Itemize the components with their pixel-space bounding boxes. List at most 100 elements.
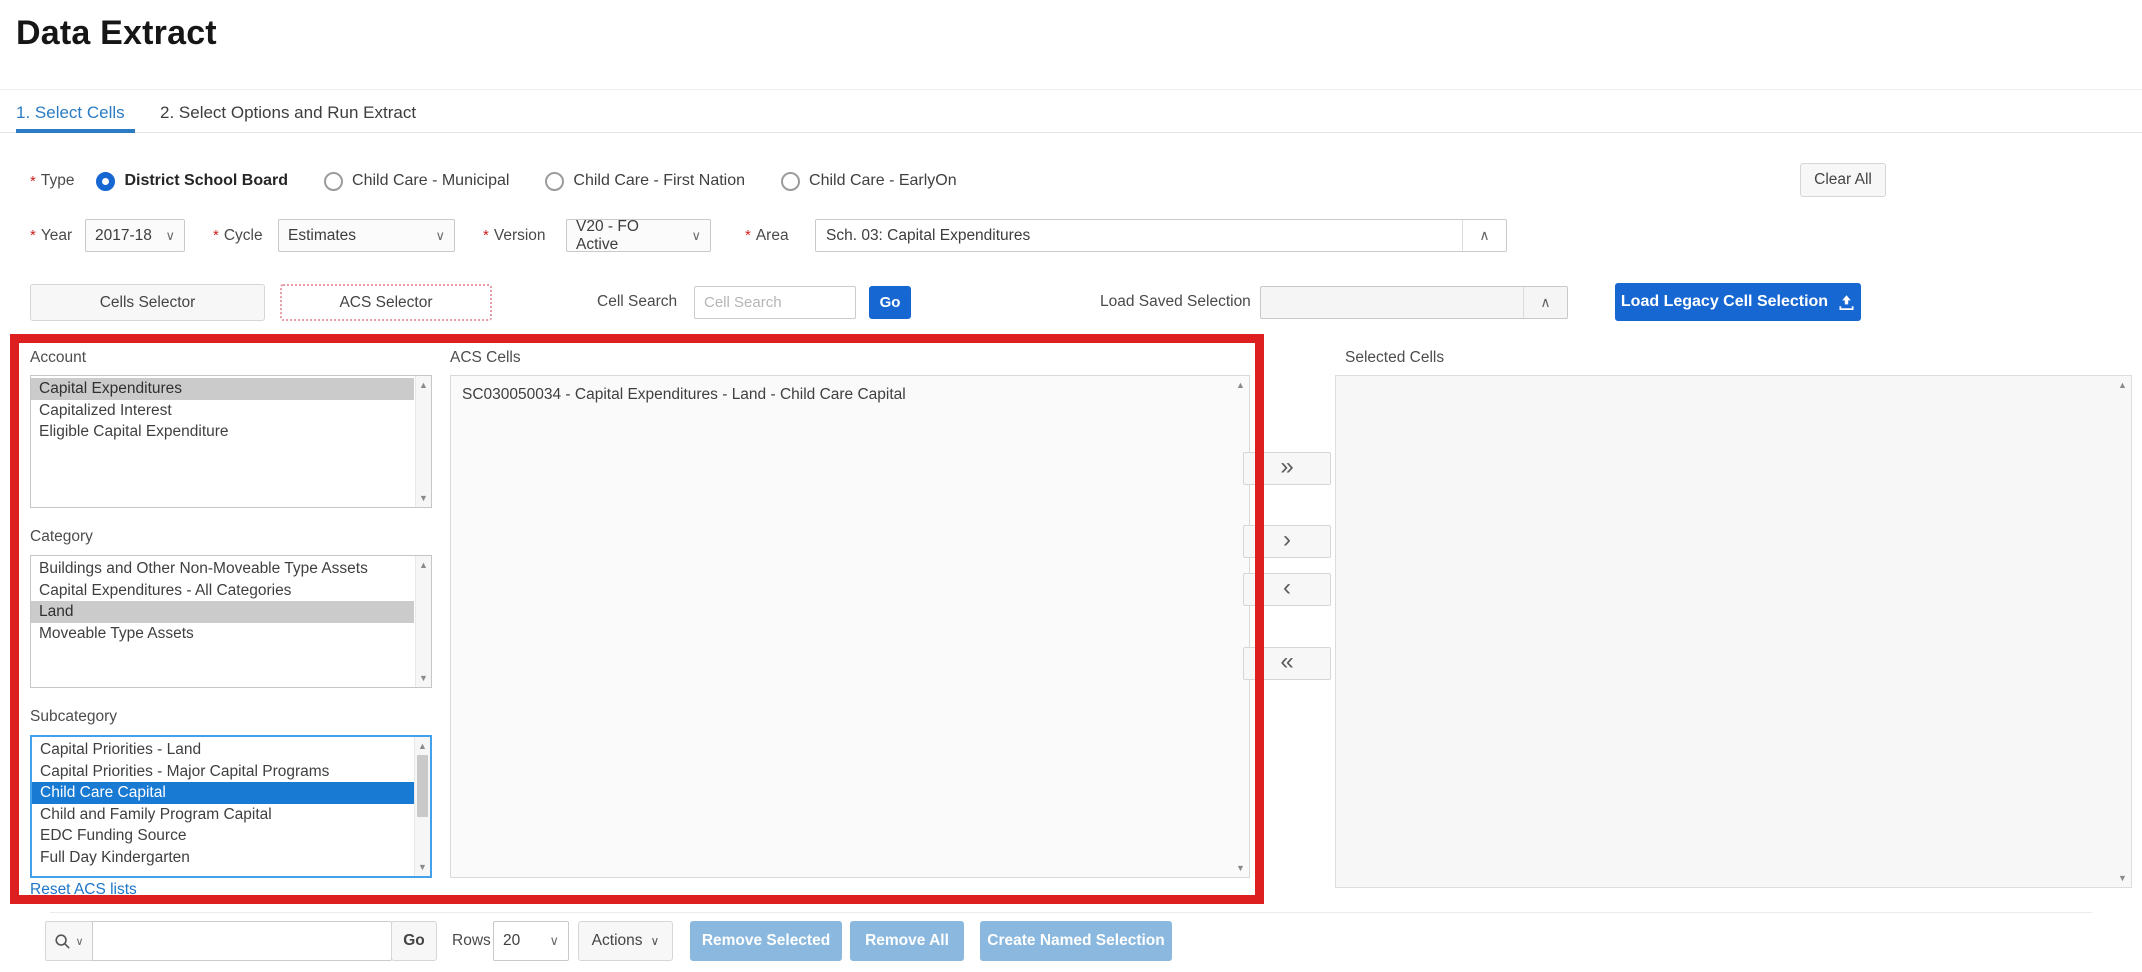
cell-search-input[interactable] xyxy=(694,286,856,319)
load-legacy-label: Load Legacy Cell Selection xyxy=(1621,293,1828,311)
move-all-left-button[interactable]: « xyxy=(1243,647,1331,680)
rows-label: Rows xyxy=(452,932,491,950)
cell-search-go-button[interactable]: Go xyxy=(869,286,911,319)
required-marker: * xyxy=(30,173,36,190)
acs-cells-listbox[interactable]: SC030050034 - Capital Expenditures - Lan… xyxy=(450,375,1250,878)
list-item[interactable]: Full Day Kindergarten xyxy=(32,847,414,869)
remove-all-button[interactable]: Remove All xyxy=(850,921,964,961)
subcategory-label: Subcategory xyxy=(30,708,117,726)
toolbar-go-button[interactable]: Go xyxy=(391,921,437,961)
year-field: * Year xyxy=(30,219,72,252)
reset-acs-lists-link[interactable]: Reset ACS lists xyxy=(30,881,137,899)
search-icon xyxy=(54,933,71,950)
account-scrollbar[interactable]: ▲ ▼ xyxy=(415,376,431,507)
actions-menu-button[interactable]: Actions ∨ xyxy=(578,921,673,961)
required-marker: * xyxy=(745,227,751,244)
radio-button-icon xyxy=(545,172,564,191)
chevron-down-icon: ∨ xyxy=(549,933,559,949)
year-select[interactable]: 2017-18 ∨ xyxy=(85,219,185,252)
category-listbox[interactable]: Buildings and Other Non-Moveable Type As… xyxy=(30,555,432,688)
tab-select-options-run-extract[interactable]: 2. Select Options and Run Extract xyxy=(160,96,416,132)
scroll-up-icon[interactable]: ▲ xyxy=(2115,380,2130,390)
list-item[interactable]: Eligible Capital Expenditure xyxy=(31,421,414,443)
list-item[interactable]: Land xyxy=(31,601,414,623)
wizard-tabbar: 1. Select Cells 2. Select Options and Ru… xyxy=(0,96,2142,133)
scroll-up-icon[interactable]: ▲ xyxy=(416,380,431,390)
scroll-down-icon[interactable]: ▼ xyxy=(1233,863,1248,873)
scroll-up-icon[interactable]: ▲ xyxy=(415,741,430,751)
move-left-button[interactable]: ‹ xyxy=(1243,573,1331,606)
list-item[interactable]: Buildings and Other Non-Moveable Type As… xyxy=(31,558,414,580)
list-item[interactable]: Capital Priorities - Major Capital Progr… xyxy=(32,761,414,783)
cells-selector-button[interactable]: Cells Selector xyxy=(30,284,265,321)
load-saved-selection-label: Load Saved Selection xyxy=(1100,293,1251,311)
type-field-row: * Type District School Board Child Care -… xyxy=(30,163,957,199)
account-listbox[interactable]: Capital ExpendituresCapitalized Interest… xyxy=(30,375,432,508)
area-collapse-button[interactable]: ∧ xyxy=(1462,220,1506,251)
account-label: Account xyxy=(30,349,86,367)
list-item[interactable]: Capital Expenditures - All Categories xyxy=(31,580,414,602)
chevron-down-icon: ∨ xyxy=(75,935,83,948)
rows-value: 20 xyxy=(503,932,520,950)
version-field: * Version xyxy=(483,219,546,252)
scrollbar-thumb[interactable] xyxy=(417,755,428,817)
list-item[interactable]: Capital Priorities - Land xyxy=(32,739,414,761)
area-field: * Area xyxy=(745,219,789,252)
load-saved-selection-combobox[interactable]: ∧ xyxy=(1260,286,1568,319)
load-legacy-cell-selection-button[interactable]: Load Legacy Cell Selection xyxy=(1615,283,1861,321)
scroll-up-icon[interactable]: ▲ xyxy=(1233,380,1248,390)
selected-cells-scrollbar[interactable]: ▲ ▼ xyxy=(2115,376,2131,887)
create-named-selection-button[interactable]: Create Named Selection xyxy=(980,921,1172,961)
selected-cells-listbox[interactable]: ▲ ▼ xyxy=(1335,375,2132,888)
radio-option[interactable]: District School Board xyxy=(96,172,288,191)
page-title: Data Extract xyxy=(16,14,217,53)
list-item[interactable]: Capital Expenditures xyxy=(31,378,414,400)
load-saved-selection-collapse-button[interactable]: ∧ xyxy=(1523,287,1567,318)
radio-option[interactable]: Child Care - Municipal xyxy=(324,172,509,191)
list-item[interactable]: Capitalized Interest xyxy=(31,400,414,422)
area-combobox[interactable]: Sch. 03: Capital Expenditures ∧ xyxy=(815,219,1507,252)
chevron-up-icon: ∧ xyxy=(1479,227,1489,244)
actions-label: Actions xyxy=(592,932,643,950)
move-all-right-button[interactable]: » xyxy=(1243,452,1331,485)
type-label: Type xyxy=(41,172,75,190)
subcategory-scrollbar[interactable]: ▲ ▼ xyxy=(414,737,430,876)
radio-label: District School Board xyxy=(124,172,288,190)
list-item[interactable]: Child Care Capital xyxy=(32,782,414,804)
list-item[interactable]: Child and Family Program Capital xyxy=(32,804,414,826)
cycle-select[interactable]: Estimates ∨ xyxy=(278,219,455,252)
header-divider xyxy=(0,89,2142,90)
scroll-down-icon[interactable]: ▼ xyxy=(2115,873,2130,883)
type-radio-group: District School Board Child Care - Munici… xyxy=(96,172,956,191)
upload-icon xyxy=(1838,294,1855,311)
year-label: Year xyxy=(41,227,72,245)
category-scrollbar[interactable]: ▲ ▼ xyxy=(415,556,431,687)
required-marker: * xyxy=(213,227,219,244)
search-dropdown-button[interactable]: ∨ xyxy=(45,921,93,961)
radio-option[interactable]: Child Care - First Nation xyxy=(545,172,745,191)
scroll-down-icon[interactable]: ▼ xyxy=(416,673,431,683)
scroll-up-icon[interactable]: ▲ xyxy=(416,560,431,570)
toolbar-search-input[interactable] xyxy=(92,921,392,961)
version-value: V20 - FO Active xyxy=(576,218,683,254)
radio-button-icon xyxy=(324,172,343,191)
subcategory-listbox[interactable]: Capital Priorities - LandCapital Priorit… xyxy=(30,735,432,878)
version-select[interactable]: V20 - FO Active ∨ xyxy=(566,219,711,252)
acs-selector-button[interactable]: ACS Selector xyxy=(280,284,492,321)
clear-all-button[interactable]: Clear All xyxy=(1800,163,1886,197)
radio-label: Child Care - EarlyOn xyxy=(809,172,957,190)
list-item[interactable]: EDC Funding Source xyxy=(32,825,414,847)
chevron-down-icon: ∨ xyxy=(651,934,660,948)
list-item[interactable]: SC030050034 - Capital Expenditures - Lan… xyxy=(454,384,1232,406)
scroll-down-icon[interactable]: ▼ xyxy=(415,862,430,872)
radio-option[interactable]: Child Care - EarlyOn xyxy=(781,172,957,191)
tab-select-cells[interactable]: 1. Select Cells xyxy=(16,96,125,132)
chevron-down-icon: ∨ xyxy=(435,228,445,244)
radio-label: Child Care - Municipal xyxy=(352,172,509,190)
active-tab-underline xyxy=(16,129,135,133)
move-right-button[interactable]: › xyxy=(1243,525,1331,558)
list-item[interactable]: Moveable Type Assets xyxy=(31,623,414,645)
scroll-down-icon[interactable]: ▼ xyxy=(416,493,431,503)
rows-select[interactable]: 20 ∨ xyxy=(493,921,569,961)
remove-selected-button[interactable]: Remove Selected xyxy=(690,921,842,961)
